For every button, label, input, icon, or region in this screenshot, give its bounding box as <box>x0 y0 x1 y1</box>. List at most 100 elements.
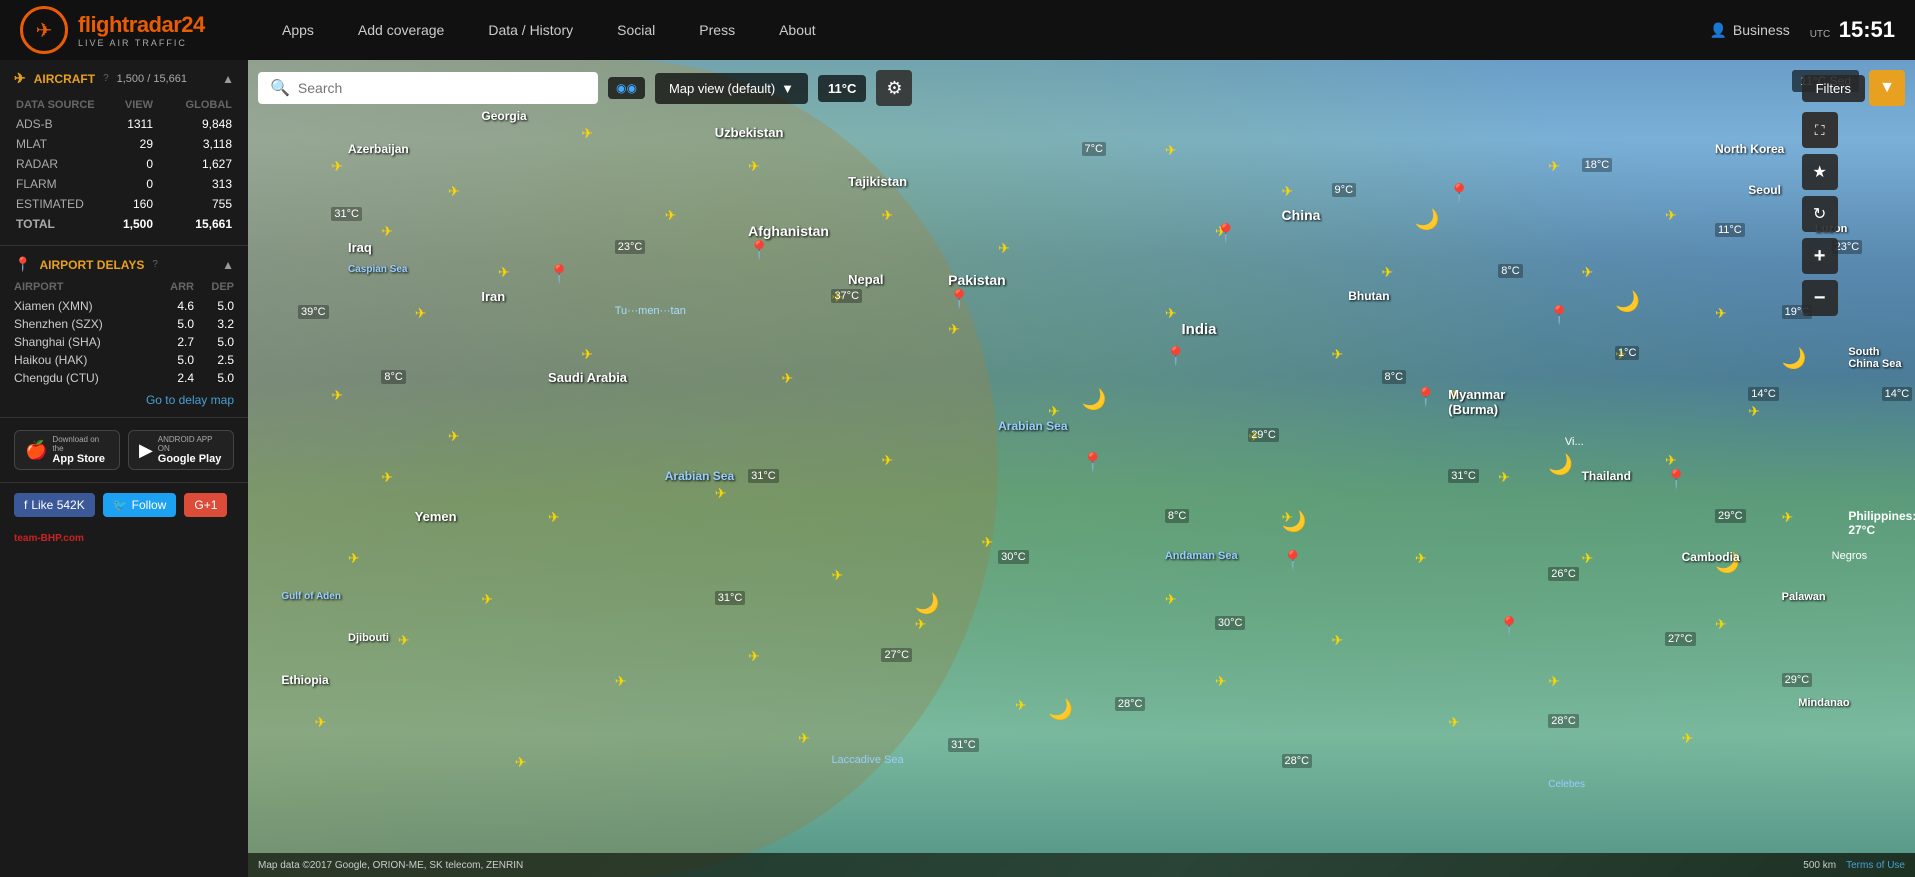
aircraft-title: ✈ AIRCRAFT ? 1,500 / 15,661 <box>14 70 187 87</box>
map-view-label: Map view (default) <box>669 81 775 96</box>
business-button[interactable]: 👤 Business <box>1709 22 1789 39</box>
top-navigation: ✈ flightradar24 LIVE AIR TRAFFIC Apps Ad… <box>0 0 1915 60</box>
table-row: MLAT 29 3,118 <box>16 135 232 153</box>
delay-map-link[interactable]: Go to delay map <box>14 393 234 407</box>
fullscreen-button[interactable]: ⛶ <box>1802 112 1838 148</box>
search-input[interactable] <box>298 80 586 96</box>
col-global: GLOBAL <box>155 97 232 113</box>
filters-button[interactable]: Filters <box>1802 75 1865 102</box>
aircraft-data-table: DATA SOURCE VIEW GLOBAL ADS-B 1311 9,848… <box>14 95 234 235</box>
map-area[interactable]: 🔍 ◉◉ Map view (default) ▼ 11°C ⚙ Filters <box>248 60 1915 877</box>
filter-active-button[interactable]: ▼ <box>1869 70 1905 106</box>
refresh-icon: ↻ <box>1813 204 1826 224</box>
delays-help[interactable]: ? <box>152 259 158 270</box>
nav-about[interactable]: About <box>757 0 838 60</box>
chevron-down-icon: ▼ <box>781 81 794 96</box>
logo-subtitle: LIVE AIR TRAFFIC <box>78 38 205 48</box>
scale-label: 500 km <box>1803 860 1836 871</box>
aircraft-collapse[interactable]: ▲ <box>222 72 234 86</box>
aircraft-section: ✈ AIRCRAFT ? 1,500 / 15,661 ▲ DATA SOURC… <box>0 60 248 246</box>
current-time: 15:51 <box>1839 17 1895 42</box>
map-right-controls: Filters ▼ ⛶ ★ ↻ + − <box>1802 70 1905 316</box>
airport-delays-section: 📍 AIRPORT DELAYS ? ▲ AIRPORT ARR DEP Xia… <box>0 246 248 418</box>
apple-icon: 🍎 <box>25 440 47 461</box>
googleplay-title: Google Play <box>158 453 223 465</box>
airport-table-header: AIRPORT ARR DEP <box>14 281 234 293</box>
temp-value: 11°C <box>828 81 856 96</box>
user-icon: 👤 <box>1709 22 1726 39</box>
aircraft-icon: ✈ <box>14 70 26 87</box>
map-background: 🔍 ◉◉ Map view (default) ▼ 11°C ⚙ Filters <box>248 60 1915 877</box>
terms-link[interactable]: Terms of Use <box>1846 860 1905 871</box>
facebook-icon: f <box>24 498 27 512</box>
nav-add-coverage[interactable]: Add coverage <box>336 0 466 60</box>
table-row: FLARM 0 313 <box>16 175 232 193</box>
radio-icon: ◉◉ <box>616 81 637 95</box>
nav-apps[interactable]: Apps <box>260 0 336 60</box>
twitter-icon: 🐦 <box>113 498 128 512</box>
googleplay-text: ANDROID APP ON Google Play <box>158 435 223 465</box>
logo-area[interactable]: ✈ flightradar24 LIVE AIR TRAFFIC <box>0 6 260 54</box>
nav-data-history[interactable]: Data / History <box>466 0 595 60</box>
radio-indicator: ◉◉ <box>608 77 645 99</box>
facebook-label: Like 542K <box>31 498 84 512</box>
map-scale: 500 km Terms of Use <box>1803 860 1905 871</box>
map-view-button[interactable]: Map view (default) ▼ <box>655 73 808 104</box>
googleplus-label: G+1 <box>194 498 217 512</box>
aircraft-help[interactable]: ? <box>103 73 109 84</box>
utc-label: UTC <box>1810 29 1831 40</box>
logo-icon: ✈ <box>20 6 68 54</box>
minus-icon: − <box>1814 287 1826 310</box>
map-top-bar: 🔍 ◉◉ Map view (default) ▼ 11°C ⚙ <box>258 70 1905 106</box>
col-source: DATA SOURCE <box>16 97 96 113</box>
refresh-button[interactable]: ↻ <box>1802 196 1838 232</box>
search-icon: 🔍 <box>270 78 290 98</box>
col-arr: ARR <box>154 281 194 293</box>
list-item: Shanghai (SHA) 2.7 5.0 <box>14 333 234 351</box>
android-icon: ▶ <box>139 440 153 461</box>
list-item: Xiamen (XMN) 4.6 5.0 <box>14 297 234 315</box>
plus-icon: + <box>1814 245 1826 268</box>
favorite-button[interactable]: ★ <box>1802 154 1838 190</box>
watermark: team-BHP.com <box>0 527 248 550</box>
col-dep: DEP <box>194 281 234 293</box>
googleplus-button[interactable]: G+1 <box>184 493 227 517</box>
col-airport: AIRPORT <box>14 281 154 293</box>
list-item: Shenzhen (SZX) 5.0 3.2 <box>14 315 234 333</box>
appstore-badge[interactable]: 🍎 Download on the App Store <box>14 430 120 470</box>
table-row-total: TOTAL 1,500 15,661 <box>16 215 232 233</box>
appstore-sub: Download on the <box>52 435 109 453</box>
nav-social[interactable]: Social <box>595 0 677 60</box>
airport-delays-title: 📍 AIRPORT DELAYS ? <box>14 256 158 273</box>
filters-row: Filters ▼ <box>1802 70 1905 106</box>
zoom-in-button[interactable]: + <box>1802 238 1838 274</box>
aircraft-count: 1,500 / 15,661 <box>117 73 187 85</box>
list-item: Chengdu (CTU) 2.4 5.0 <box>14 369 234 387</box>
zoom-out-button[interactable]: − <box>1802 280 1838 316</box>
main-nav: Apps Add coverage Data / History Social … <box>260 0 1709 60</box>
social-bar: f Like 542K 🐦 Follow G+1 <box>0 482 248 527</box>
appstore-title: App Store <box>52 453 109 465</box>
left-panel: ✈ AIRCRAFT ? 1,500 / 15,661 ▲ DATA SOURC… <box>0 60 248 877</box>
logo-title: flightradar24 <box>78 12 205 38</box>
airport-delays-header: 📍 AIRPORT DELAYS ? ▲ <box>14 256 234 273</box>
settings-button[interactable]: ⚙ <box>876 70 912 106</box>
facebook-button[interactable]: f Like 542K <box>14 493 95 517</box>
gear-icon: ⚙ <box>886 78 902 99</box>
twitter-button[interactable]: 🐦 Follow <box>103 493 177 517</box>
search-box[interactable]: 🔍 <box>258 72 598 104</box>
temperature-display: 11°C <box>818 75 866 102</box>
table-row: ESTIMATED 160 755 <box>16 195 232 213</box>
nav-right: 👤 Business UTC 15:51 <box>1709 17 1915 43</box>
googleplay-sub: ANDROID APP ON <box>158 435 223 453</box>
app-badges: 🍎 Download on the App Store ▶ ANDROID AP… <box>0 418 248 482</box>
googleplay-badge[interactable]: ▶ ANDROID APP ON Google Play <box>128 430 234 470</box>
business-label: Business <box>1733 22 1790 38</box>
list-item: Haikou (HAK) 5.0 2.5 <box>14 351 234 369</box>
aircraft-header: ✈ AIRCRAFT ? 1,500 / 15,661 ▲ <box>14 70 234 87</box>
delays-collapse[interactable]: ▲ <box>222 258 234 272</box>
map-attribution: Map data ©2017 Google, ORION-ME, SK tele… <box>258 860 523 871</box>
logo-name: flightradar24 <box>78 12 205 37</box>
map-footer: Map data ©2017 Google, ORION-ME, SK tele… <box>248 853 1915 877</box>
nav-press[interactable]: Press <box>677 0 757 60</box>
